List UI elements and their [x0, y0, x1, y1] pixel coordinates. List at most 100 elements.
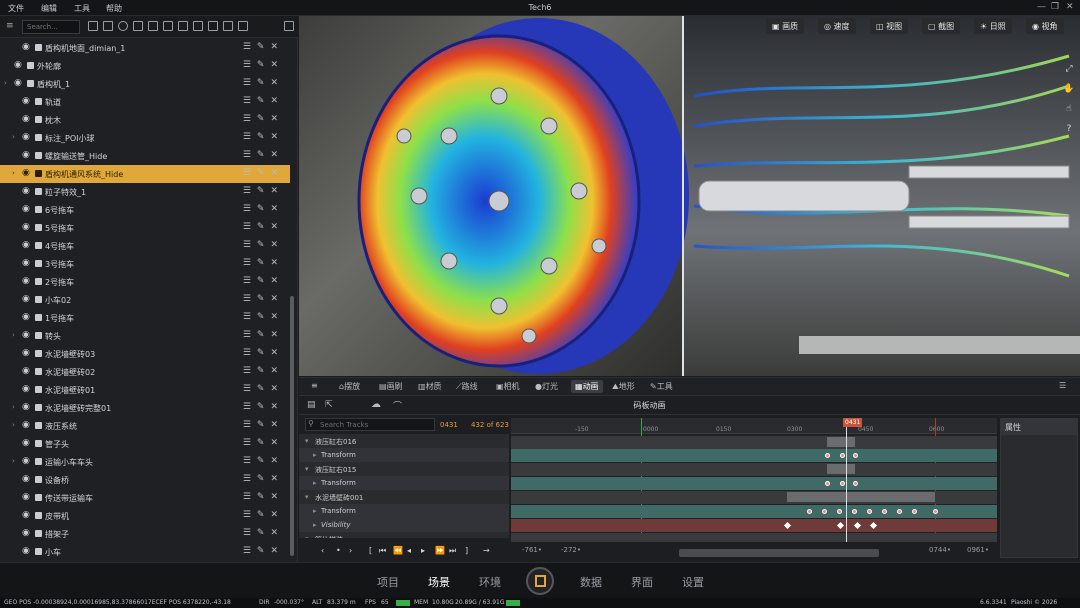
row-actions-icon[interactable]: ☰✎✕ [243, 60, 284, 70]
tree-row[interactable]: › ◉ 转头 ☰✎✕ [0, 327, 290, 345]
visibility-eye-icon[interactable]: ◉ [22, 96, 30, 106]
minimize-icon[interactable]: — [1037, 2, 1046, 12]
tab-animation[interactable]: ▦动画 [571, 380, 603, 393]
visibility-eye-icon[interactable]: ◉ [22, 114, 30, 124]
track-row[interactable]: ▸ Visibility [299, 518, 509, 532]
track-row[interactable]: ▾ 水泥墙壁砖001 [299, 490, 509, 504]
visibility-eye-icon[interactable]: ◉ [22, 276, 30, 286]
keyframe[interactable] [825, 481, 830, 486]
touch-icon[interactable]: ☝ [1062, 104, 1076, 118]
row-actions-icon[interactable]: ☰✎✕ [243, 402, 284, 412]
first-frame-icon[interactable]: ⏮ [379, 546, 386, 556]
row-actions-icon[interactable]: ☰✎✕ [243, 420, 284, 430]
visibility-eye-icon[interactable]: ◉ [22, 474, 30, 484]
tree-row[interactable]: ◉ 1号拖车 ☰✎✕ [0, 309, 290, 327]
row-actions-icon[interactable]: ☰✎✕ [243, 528, 284, 538]
row-actions-icon[interactable]: ☰✎✕ [243, 114, 284, 124]
timeline[interactable]: -150 0000 0150 0300 0450 0600 0431 [511, 418, 997, 542]
grid-icon[interactable] [148, 21, 158, 31]
visibility-eye-icon[interactable]: ◉ [22, 42, 30, 52]
tree-row[interactable]: ◉ 措架子 ☰✎✕ [0, 525, 290, 543]
speed-button[interactable]: ◎ 速度 [818, 18, 856, 34]
bracket-left-icon[interactable]: [ [369, 546, 372, 555]
keyframe[interactable] [853, 453, 858, 458]
expand-arrow-icon[interactable]: › [12, 457, 15, 465]
keyframe[interactable] [912, 509, 917, 514]
viewport[interactable]: ▣ 画质 ◎ 速度 ◫ 视图 ▢ 截图 ☀ 日照 ◉ 视角 ⤢ ✋ ☝ ? [299, 16, 1080, 376]
expand-arrow-icon[interactable]: › [4, 79, 7, 87]
row-actions-icon[interactable]: ☰✎✕ [243, 240, 284, 250]
jump-icon[interactable]: → [483, 546, 490, 555]
keyframe[interactable] [837, 509, 842, 514]
timeline-ruler[interactable]: -150 0000 0150 0300 0450 0600 [511, 418, 997, 434]
row-actions-icon[interactable]: ☰✎✕ [243, 168, 284, 178]
tree-row[interactable]: › ◉ 运输小车车头 ☰✎✕ [0, 453, 290, 471]
visibility-eye-icon[interactable]: ◉ [22, 384, 30, 394]
visibility-eye-icon[interactable]: ◉ [22, 402, 30, 412]
tab-route[interactable]: ⟋路线 [456, 381, 478, 392]
step-back-icon[interactable]: ⏪ [393, 546, 403, 555]
app-logo-icon[interactable] [526, 567, 554, 595]
track-expand-icon[interactable]: ▸ [313, 521, 317, 529]
step-forward-icon[interactable]: ⏩ [435, 546, 445, 555]
keyframe[interactable] [822, 509, 827, 514]
tree-row[interactable]: ◉ 皮带机 ☰✎✕ [0, 507, 290, 525]
tree-row[interactable]: ◉ 5号拖车 ☰✎✕ [0, 219, 290, 237]
tab-terrain[interactable]: ⛰地形 [612, 381, 635, 392]
keyframe[interactable] [852, 509, 857, 514]
tree-row[interactable]: ◉ 2号拖车 ☰✎✕ [0, 273, 290, 291]
row-actions-icon[interactable]: ☰✎✕ [243, 294, 284, 304]
keyframe[interactable] [882, 509, 887, 514]
folder-icon[interactable] [88, 21, 98, 31]
tree-row[interactable]: › ◉ 盾构机通风系统_Hide ☰✎✕ [0, 165, 290, 183]
tab-camera[interactable]: ▣相机 [496, 381, 520, 392]
tab-light[interactable]: ●灯光 [535, 381, 558, 392]
copy-icon[interactable] [163, 21, 173, 31]
row-actions-icon[interactable]: ☰✎✕ [243, 546, 284, 556]
visibility-eye-icon[interactable]: ◉ [22, 258, 30, 268]
sunlight-button[interactable]: ☀ 日照 [974, 18, 1012, 34]
outliner-search-input[interactable]: Search... [22, 20, 80, 34]
expand-arrow-icon[interactable]: › [12, 133, 15, 141]
track-row[interactable]: ▾ 液压缸右016 [299, 434, 509, 448]
layers-icon[interactable] [178, 21, 188, 31]
track-expand-icon[interactable]: ▸ [313, 507, 317, 515]
list-icon[interactable] [208, 21, 218, 31]
last-frame-icon[interactable]: ⏭ [449, 546, 456, 556]
keyframe[interactable] [840, 453, 845, 458]
row-actions-icon[interactable]: ☰✎✕ [243, 438, 284, 448]
row-actions-icon[interactable]: ☰✎✕ [243, 312, 284, 322]
menu-icon[interactable]: ≡ [6, 21, 14, 31]
nav-settings[interactable]: 设置 [682, 574, 704, 590]
tree-row[interactable]: ◉ 小车02 ☰✎✕ [0, 291, 290, 309]
track-expand-icon[interactable]: ▸ [313, 479, 317, 487]
maximize-icon[interactable]: ❐ [1051, 2, 1059, 12]
next-icon[interactable]: › [349, 546, 352, 555]
panel-list-icon[interactable]: ☰ [1059, 381, 1066, 390]
expand-arrow-icon[interactable]: › [12, 169, 15, 177]
expand-arrow-icon[interactable]: › [12, 421, 15, 429]
row-actions-icon[interactable]: ☰✎✕ [243, 366, 284, 376]
keyframe[interactable] [807, 509, 812, 514]
film-icon[interactable] [133, 21, 143, 31]
reverse-icon[interactable]: ◂ [407, 546, 411, 555]
tree-row[interactable]: › ◉ 水泥墙壁砖完整01 ☰✎✕ [0, 399, 290, 417]
track-expand-icon[interactable]: ▾ [305, 465, 309, 473]
quality-button[interactable]: ▣ 画质 [766, 18, 805, 34]
nav-environment[interactable]: 环境 [479, 574, 501, 590]
tree-row[interactable]: ◉ 粒子特效_1 ☰✎✕ [0, 183, 290, 201]
tree-row[interactable]: ◉ 水泥墙壁砖02 ☰✎✕ [0, 363, 290, 381]
timeline-scrollbar[interactable] [679, 549, 879, 557]
help-icon[interactable]: ? [1062, 124, 1076, 138]
visibility-eye-icon[interactable]: ◉ [22, 150, 30, 160]
row-actions-icon[interactable]: ☰✎✕ [243, 150, 284, 160]
maximize-view-icon[interactable]: ⤢ [1062, 64, 1076, 78]
track-search-input[interactable]: Search Tracks [305, 418, 435, 431]
row-actions-icon[interactable]: ☰✎✕ [243, 276, 284, 286]
bracket-right-icon[interactable]: ] [465, 546, 468, 555]
row-actions-icon[interactable]: ☰✎✕ [243, 42, 284, 52]
visibility-eye-icon[interactable]: ◉ [22, 294, 30, 304]
row-actions-icon[interactable]: ☰✎✕ [243, 456, 284, 466]
visibility-eye-icon[interactable]: ◉ [22, 168, 30, 178]
row-actions-icon[interactable]: ☰✎✕ [243, 330, 284, 340]
